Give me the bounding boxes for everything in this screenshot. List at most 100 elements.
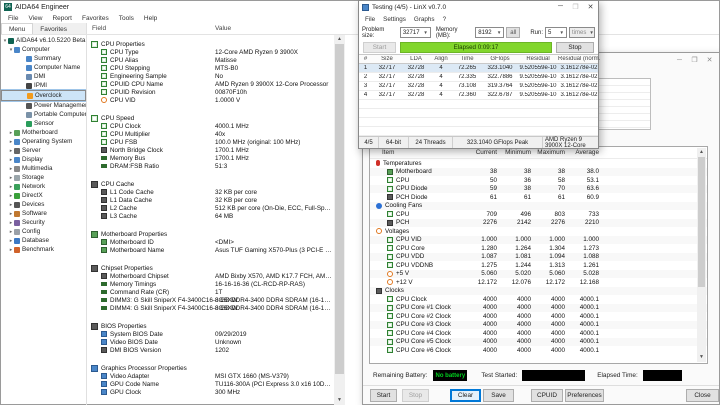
sensor-group-row[interactable]: Clocks (370, 286, 707, 295)
linx-result-row[interactable]: 3 32717 32728 4 73.108 319.3764 9.520559e-10 3.… (359, 82, 598, 92)
column-header-time[interactable]: Time (452, 56, 482, 62)
sensor-row[interactable]: +5 V 5.060 5.020 5.060 5.028 (370, 269, 707, 278)
tree-item-overclock[interactable]: Overclock (1, 89, 86, 102)
scroll-down-icon[interactable]: ▼ (337, 396, 342, 405)
tree-item-network[interactable]: ▸ Network (1, 182, 86, 191)
problem-size-select[interactable]: 32717 ▼ (399, 27, 431, 39)
linx-result-row[interactable]: 1 32717 32728 4 72.265 323.1040 9.520559e-10 3.… (359, 64, 598, 74)
current-column-header[interactable]: Current (467, 149, 501, 156)
sensor-row[interactable]: CPU VDD 1.087 1.081 1.094 1.088 (370, 252, 707, 261)
field-row[interactable]: CPU FSB 100.0 MHz (original: 100 MHz) (87, 138, 334, 146)
column-header-size[interactable]: Size (372, 56, 402, 62)
report-section-row[interactable]: BIOS Properties (87, 322, 334, 330)
field-row[interactable]: L2 Cache 512 KB per core (On-Die, ECC, Fu… (87, 204, 334, 212)
sensor-row[interactable]: CPU 50 36 58 53.1 (370, 176, 707, 185)
report-section-row[interactable]: Motherboard Properties (87, 230, 334, 238)
minimize-icon[interactable]: ─ (553, 3, 568, 11)
memory-select[interactable]: 8192 ▼ (475, 27, 505, 39)
field-row[interactable]: Command Rate (CR) 1T (87, 288, 334, 296)
tab-favorites[interactable]: Favorites (33, 23, 74, 34)
sensor-group-row[interactable]: Temperatures (370, 159, 707, 168)
field-row[interactable]: CPUID CPU Name AMD Ryzen 9 3900X 12-Core … (87, 80, 334, 88)
menu-item-favorites[interactable]: Favorites (77, 15, 114, 22)
tree-item-motherboard[interactable]: ▸ Motherboard (1, 128, 86, 137)
sensor-row[interactable]: CPU Core #6 Clock 4000 4000 4000 4000.1 (370, 346, 707, 355)
sensor-row[interactable]: CPU Core #2 Clock 4000 4000 4000 4000.1 (370, 312, 707, 321)
field-row[interactable]: L3 Cache 64 MB (87, 212, 334, 220)
tree-item-software[interactable]: ▸ Software (1, 209, 86, 218)
field-row[interactable]: Engineering Sample No (87, 72, 334, 80)
column-header-num[interactable]: # (359, 56, 372, 62)
tree-item-operating-system[interactable]: ▸ Operating System (1, 137, 86, 146)
menu-item-file[interactable]: File (361, 16, 379, 23)
tree-item-server[interactable]: ▸ Server (1, 146, 86, 155)
all-button[interactable]: all (506, 27, 521, 39)
sensor-row[interactable]: CPU Diode 59 38 70 63.6 (370, 184, 707, 193)
close-button[interactable]: Close (686, 389, 719, 402)
close-icon[interactable]: ✕ (583, 3, 598, 11)
preferences-button[interactable]: Preferences (565, 389, 604, 402)
tree-item-dmi[interactable]: DMI (1, 72, 86, 81)
tree-item-ipmi[interactable]: IPMI (1, 81, 86, 90)
sensor-row[interactable]: CPU Core #3 Clock 4000 4000 4000 4000.1 (370, 320, 707, 329)
value-column-header[interactable]: Value (215, 25, 231, 32)
minimum-column-header[interactable]: Minimum (501, 149, 535, 156)
scroll-up-icon[interactable]: ▲ (337, 35, 342, 44)
save-button[interactable]: Save (483, 389, 514, 402)
field-row[interactable]: Memory Timings 16-16-16-36 (CL-RCD-RP-RAS… (87, 280, 334, 288)
menu-item-tools[interactable]: Tools (114, 15, 139, 22)
tree-item-storage[interactable]: ▸ Storage (1, 173, 86, 182)
tree-item-directx[interactable]: ▸ DirectX (1, 191, 86, 200)
menu-item-file[interactable]: File (3, 15, 23, 22)
sensor-row[interactable]: +12 V 12.172 12.076 12.172 12.168 (370, 278, 707, 287)
times-select[interactable]: times ▼ (569, 27, 595, 39)
sensor-scrollbar[interactable]: ▲ ▼ (697, 148, 706, 362)
linx-start-button[interactable]: Start (363, 42, 396, 54)
clear-button[interactable]: Clear (450, 389, 481, 402)
menu-item-settings[interactable]: Settings (379, 16, 410, 23)
field-row[interactable]: GPU Clock 300 MHz (87, 388, 334, 396)
start-button[interactable]: Start (370, 389, 397, 402)
cpuid-button[interactable]: CPUID (531, 389, 563, 402)
tree-item-config[interactable]: ▸ Config (1, 227, 86, 236)
report-section-row[interactable]: Chipset Properties (87, 264, 334, 272)
field-row[interactable]: DRAM:FSB Ratio 51:3 (87, 162, 334, 170)
minimize-icon[interactable]: ─ (672, 55, 687, 67)
scroll-down-icon[interactable]: ▼ (699, 353, 704, 362)
field-row[interactable]: CPU Type 12-Core AMD Ryzen 9 3900X (87, 48, 334, 56)
tree-item-security[interactable]: ▸ Security (1, 218, 86, 227)
report-section-row[interactable]: CPU Properties (87, 40, 334, 48)
maximum-column-header[interactable]: Maximum (535, 149, 569, 156)
sensor-group-row[interactable]: Voltages (370, 227, 707, 236)
field-row[interactable]: L1 Code Cache 32 KB per core (87, 188, 334, 196)
tree-item-computer[interactable]: ▾ Computer (1, 45, 86, 54)
field-row[interactable]: CPU Stepping MTS-B0 (87, 64, 334, 72)
menu-item-help[interactable]: ? (439, 16, 451, 23)
menu-item-report[interactable]: Report (47, 15, 77, 22)
sensor-row[interactable]: CPU VDDNB 1.275 1.244 1.313 1.261 (370, 261, 707, 270)
tree-item-devices[interactable]: ▸ Devices (1, 200, 86, 209)
column-header-residual[interactable]: Residual (518, 56, 558, 62)
report-section-row[interactable]: Graphics Processor Properties (87, 364, 334, 372)
menu-item-view[interactable]: View (23, 15, 47, 22)
scrollbar-thumb[interactable] (698, 157, 705, 287)
tab-menu[interactable]: Menu (1, 23, 34, 34)
sensor-group-row[interactable]: Cooling Fans (370, 201, 707, 210)
field-row[interactable]: DIMM3: G Skill SniperX F4-3400C16-8GSXW 8… (87, 296, 334, 304)
linx-titlebar[interactable]: Testing (4/5) - LinX v0.7.0 ─ ❐ ✕ (359, 1, 598, 14)
tree-item-portable-computer[interactable]: Portable Computer (1, 110, 86, 119)
linx-result-row[interactable]: 2 32717 32728 4 72.335 322.7886 9.520559e-10 3.… (359, 73, 598, 83)
report-section-row[interactable]: CPU Cache (87, 180, 334, 188)
linx-result-row[interactable]: 4 32717 32728 4 72.360 322.6787 9.520559e-10 3.… (359, 91, 598, 101)
sensor-row[interactable]: CPU Clock 4000 4000 4000 4000.1 (370, 295, 707, 304)
field-row[interactable]: CPU Clock 4000.1 MHz (87, 122, 334, 130)
maximize-icon[interactable]: ❐ (568, 3, 583, 11)
tree-item-power-management[interactable]: Power Management (1, 101, 86, 110)
linx-stop-button[interactable]: Stop (556, 42, 594, 54)
column-header-gflops[interactable]: GFlops (482, 56, 518, 62)
tree-item-aida64-v6-10-5220-beta[interactable]: ▾ AIDA64 v6.10.5220 Beta (1, 36, 86, 45)
maximize-icon[interactable]: ❐ (687, 55, 702, 67)
tree-item-sensor[interactable]: Sensor (1, 119, 86, 128)
tree-item-summary[interactable]: Summary (1, 54, 86, 63)
field-row[interactable]: DMI BIOS Version 1202 (87, 346, 334, 354)
